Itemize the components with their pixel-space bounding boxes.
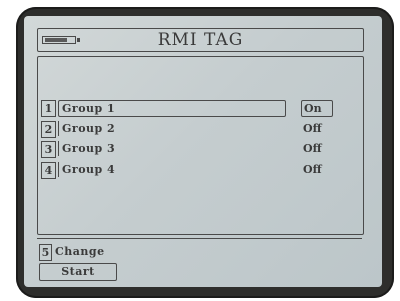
footer-divider [37,238,362,239]
page-title: RMI TAG [157,30,244,50]
group-number: 4 [41,162,56,179]
start-button[interactable]: Start [39,263,117,281]
group-label: Group 4 [58,162,282,177]
group-label: Group 1 [58,100,286,117]
title-bar: RMI TAG [37,28,364,52]
change-label: Change [55,245,105,258]
group-state[interactable]: Off [301,141,331,156]
group-row-1[interactable]: 1 Group 1 On [41,100,356,118]
group-state[interactable]: Off [301,121,331,136]
group-row-4[interactable]: 4 Group 4 Off [41,162,356,180]
group-row-2[interactable]: 2 Group 2 Off [41,121,356,139]
group-number: 1 [41,100,56,117]
group-number: 3 [41,141,56,158]
lcd-screen: RMI TAG 1 Group 1 On 2 Group 2 Off 3 Gro… [24,16,382,287]
group-list: 1 Group 1 On 2 Group 2 Off 3 Group 3 Off… [37,56,364,235]
change-item[interactable]: 5 Change [39,244,105,261]
group-number: 2 [41,121,56,138]
group-label: Group 2 [58,121,282,136]
group-row-3[interactable]: 3 Group 3 Off [41,141,356,159]
group-label: Group 3 [58,141,282,156]
group-state[interactable]: On [301,100,333,117]
change-number: 5 [39,244,52,261]
group-state[interactable]: Off [301,162,331,177]
